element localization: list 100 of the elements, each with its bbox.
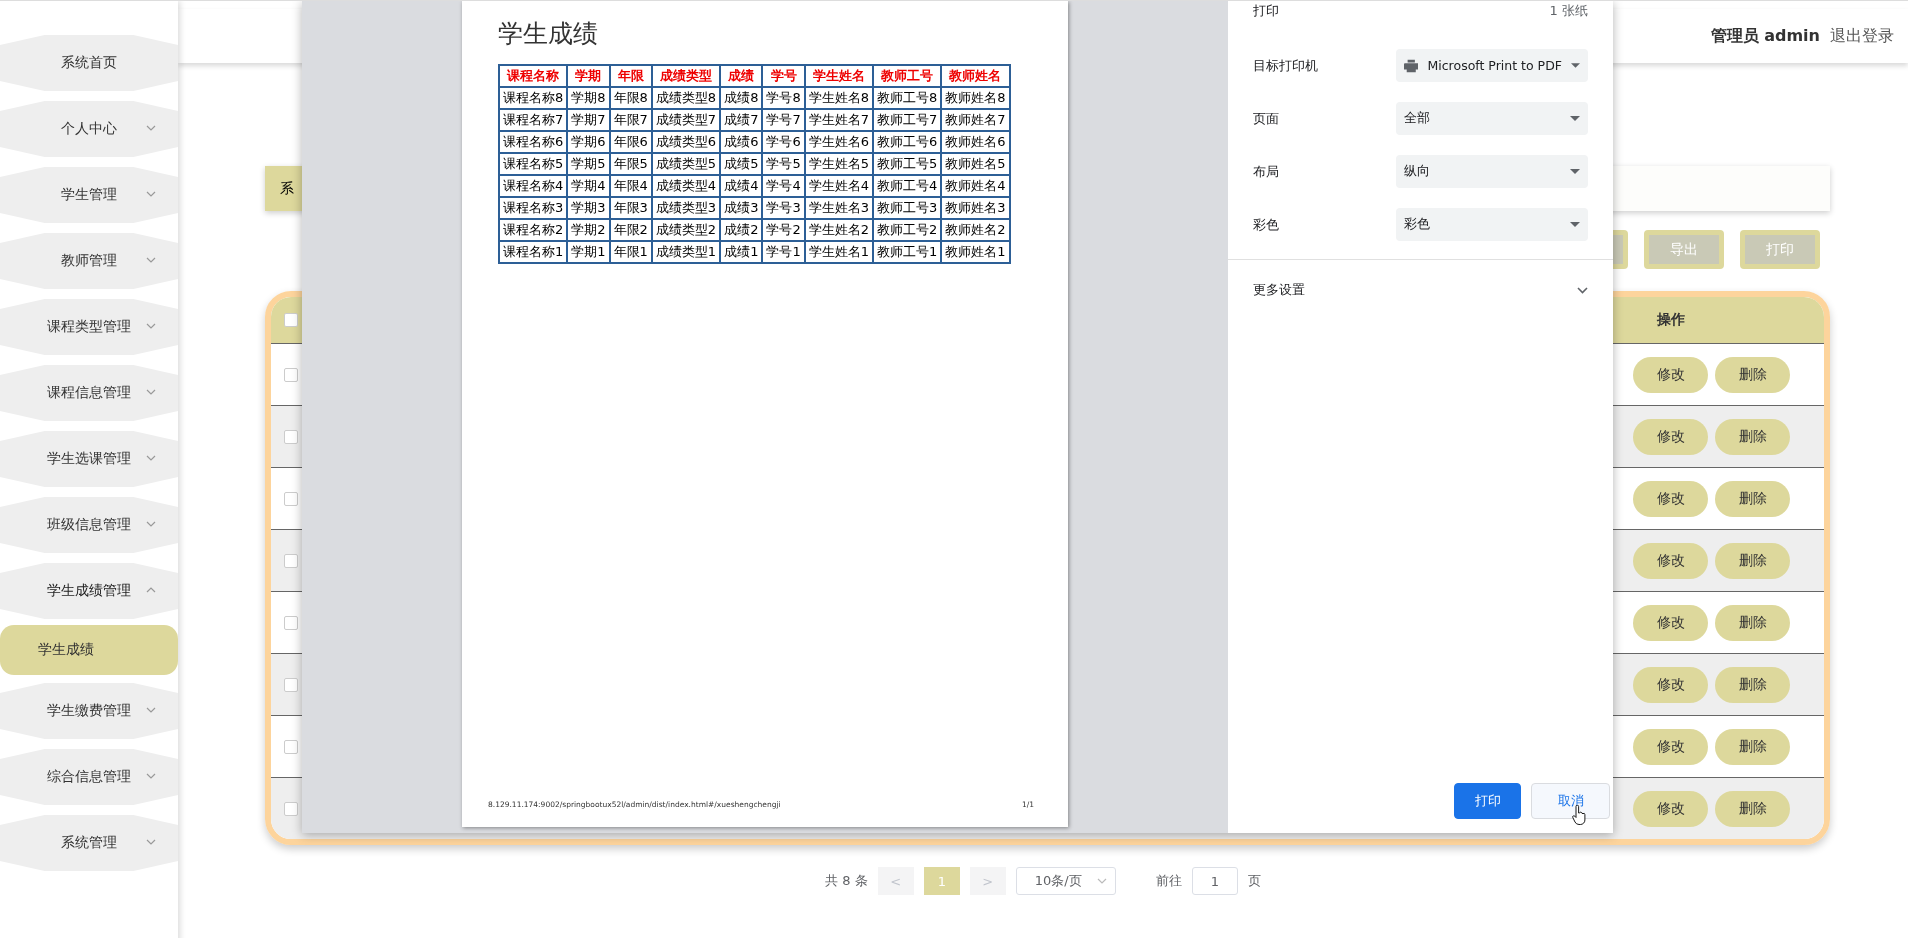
preview-table-cell: 学号2 xyxy=(762,219,805,241)
preview-table-cell: 课程名称2 xyxy=(499,219,568,241)
sidebar-submenu-item[interactable]: 学生成绩 xyxy=(0,625,178,675)
setting-select[interactable]: 纵向 xyxy=(1396,155,1588,188)
sidebar-menu-item[interactable]: 系统首页 xyxy=(0,35,178,91)
preview-table-cell: 学期8 xyxy=(567,87,610,109)
preview-table-cell: 学生姓名1 xyxy=(804,241,873,263)
preview-table-cell: 教师工号4 xyxy=(872,175,942,197)
preview-table-cell: 教师工号5 xyxy=(872,153,942,175)
sidebar-menu-item[interactable]: 系统管理 xyxy=(0,815,178,871)
preview-table-cell: 成绩1 xyxy=(720,241,763,263)
setting-select[interactable]: 全部 xyxy=(1396,102,1588,135)
sidebar-menu-item[interactable]: 个人中心 xyxy=(0,101,178,157)
row-action-button[interactable]: 修改 xyxy=(1633,480,1708,517)
chevron-down-icon xyxy=(146,707,156,713)
preview-table-cell: 成绩5 xyxy=(720,153,763,175)
preview-table-cell: 成绩类型2 xyxy=(651,219,721,241)
row-action-button[interactable]: 删除 xyxy=(1715,666,1790,703)
row-checkbox[interactable] xyxy=(284,677,298,692)
row-action-button[interactable]: 删除 xyxy=(1715,418,1790,455)
preview-table-cell: 教师姓名4 xyxy=(941,175,1010,197)
sidebar-menu-item[interactable]: 学生成绩管理 xyxy=(0,563,178,619)
sidebar-menu-item[interactable]: 学生选课管理 xyxy=(0,431,178,487)
row-checkbox[interactable] xyxy=(284,491,298,506)
sidebar-menu-item[interactable]: 学生管理 xyxy=(0,167,178,223)
print-button[interactable]: 打印 xyxy=(1454,783,1521,819)
preview-table-cell: 成绩类型3 xyxy=(651,197,721,219)
row-checkbox[interactable] xyxy=(284,801,298,816)
row-checkbox[interactable] xyxy=(284,615,298,630)
chevron-down-icon xyxy=(146,191,156,197)
row-action-button[interactable]: 修改 xyxy=(1633,666,1708,703)
setting-label: 页面 xyxy=(1253,109,1279,128)
preview-table-cell: 学号3 xyxy=(762,197,805,219)
row-checkbox[interactable] xyxy=(284,367,298,382)
preview-table-cell: 成绩4 xyxy=(720,175,763,197)
chevron-down-icon xyxy=(146,839,156,845)
preview-table-cell: 学生姓名3 xyxy=(804,197,873,219)
sidebar-menu-item[interactable]: 班级信息管理 xyxy=(0,497,178,553)
row-action-button[interactable]: 删除 xyxy=(1715,604,1790,641)
cancel-button[interactable]: 取消 xyxy=(1531,783,1610,819)
row-checkbox[interactable] xyxy=(284,553,298,568)
sidebar-menu-item[interactable]: 学生缴费管理 xyxy=(0,683,178,739)
preview-table-cell: 学号5 xyxy=(762,153,805,175)
row-action-button[interactable]: 删除 xyxy=(1715,480,1790,517)
row-action-button[interactable]: 删除 xyxy=(1715,356,1790,393)
preview-table-cell: 成绩7 xyxy=(720,109,763,131)
row-action-button[interactable]: 修改 xyxy=(1633,418,1708,455)
row-checkbox[interactable] xyxy=(284,739,298,754)
row-checkbox[interactable] xyxy=(284,429,298,444)
preview-table-cell: 教师工号7 xyxy=(872,109,942,131)
preview-table-cell: 学号7 xyxy=(762,109,805,131)
row-action-button[interactable]: 删除 xyxy=(1715,790,1790,827)
sidebar-menu-item[interactable]: 课程类型管理 xyxy=(0,299,178,355)
hand-cursor-icon xyxy=(1572,805,1586,825)
preview-table-cell: 教师姓名2 xyxy=(941,219,1010,241)
preview-table-cell: 学期6 xyxy=(567,131,610,153)
print-title: 打印 xyxy=(1253,2,1279,20)
preview-table-cell: 年限5 xyxy=(609,153,652,175)
preview-table-cell: 成绩2 xyxy=(720,219,763,241)
sidebar-menu-item[interactable]: 教师管理 xyxy=(0,233,178,289)
preview-column-header: 年限 xyxy=(609,65,652,87)
preview-table-cell: 成绩类型8 xyxy=(651,87,721,109)
preview-table-cell: 学号1 xyxy=(762,241,805,263)
sheet-count: 1 张纸 xyxy=(1549,2,1588,20)
preview-column-header: 成绩类型 xyxy=(651,65,721,87)
row-action-button[interactable]: 修改 xyxy=(1633,542,1708,579)
preview-table-cell: 学号6 xyxy=(762,131,805,153)
preview-table-cell: 教师工号6 xyxy=(872,131,942,153)
goto-page-input[interactable]: 1 xyxy=(1191,867,1238,895)
preview-table-cell: 成绩8 xyxy=(720,87,763,109)
chevron-down-icon xyxy=(1096,878,1107,884)
setting-select[interactable]: Microsoft Print to PDF xyxy=(1396,49,1588,82)
row-action-button[interactable]: 删除 xyxy=(1715,728,1790,765)
preview-table-cell: 教师工号2 xyxy=(872,219,942,241)
select-all-checkbox[interactable] xyxy=(284,313,298,327)
printer-icon xyxy=(1404,58,1419,73)
setting-label: 目标打印机 xyxy=(1253,56,1318,75)
preview-table-cell: 课程名称8 xyxy=(499,87,568,109)
setting-select[interactable]: 彩色 xyxy=(1396,208,1588,241)
row-action-button[interactable]: 修改 xyxy=(1633,790,1708,827)
preview-column-header: 教师工号 xyxy=(872,65,942,87)
preview-table-cell: 年限8 xyxy=(609,87,652,109)
preview-title: 学生成绩 xyxy=(498,18,599,50)
page-size-select[interactable]: 10条/页 xyxy=(1015,867,1116,895)
preview-table-cell: 课程名称1 xyxy=(499,241,568,263)
preview-table-cell: 学生姓名7 xyxy=(804,109,873,131)
user-name: 管理员 admin xyxy=(1710,25,1820,47)
row-action-button[interactable]: 修改 xyxy=(1633,728,1708,765)
row-action-button[interactable]: 修改 xyxy=(1633,604,1708,641)
row-action-button[interactable]: 修改 xyxy=(1633,356,1708,393)
dropdown-arrow-icon xyxy=(1570,116,1580,121)
sidebar-menu-item[interactable]: 课程信息管理 xyxy=(0,365,178,421)
preview-table-cell: 学号8 xyxy=(762,87,805,109)
logout-link[interactable]: 退出登录 xyxy=(1830,25,1894,47)
page-suffix: 页 xyxy=(1247,872,1261,890)
more-settings-toggle[interactable]: 更多设置 xyxy=(1253,260,1588,320)
row-action-button[interactable]: 删除 xyxy=(1715,542,1790,579)
dropdown-arrow-icon xyxy=(1570,169,1580,174)
preview-table-cell: 成绩类型1 xyxy=(651,241,721,263)
sidebar-menu-item[interactable]: 综合信息管理 xyxy=(0,749,178,805)
